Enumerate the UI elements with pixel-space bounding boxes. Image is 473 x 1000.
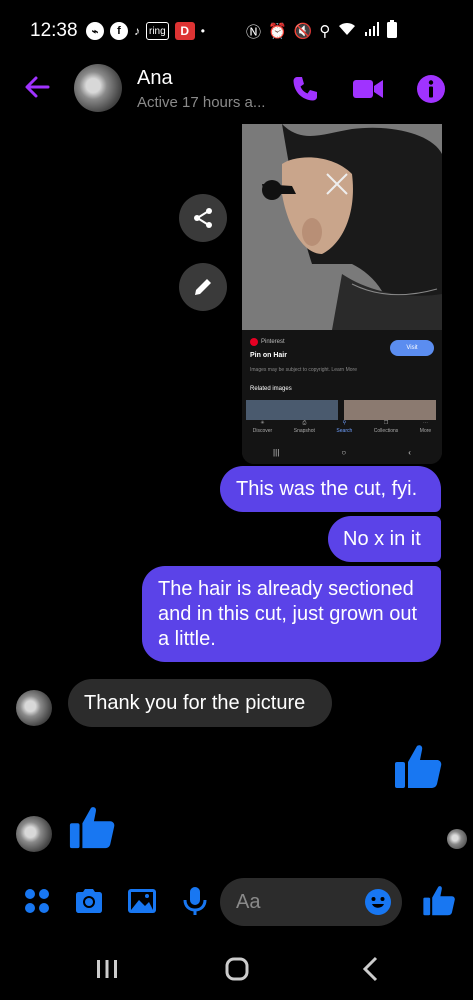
recents-icon bbox=[97, 960, 117, 978]
pinterest-icon bbox=[250, 338, 258, 346]
copyright-note: Images may be subject to copyright. Lear… bbox=[250, 367, 357, 373]
back-button[interactable] bbox=[22, 72, 52, 102]
lens-nav-item: ⋯ More bbox=[419, 420, 432, 434]
send-like-button[interactable] bbox=[422, 884, 456, 918]
message-text: No x in it bbox=[343, 528, 421, 550]
share-icon bbox=[194, 208, 212, 228]
chat-header: Ana Active 17 hours a... bbox=[0, 58, 473, 124]
phone-icon bbox=[293, 77, 317, 101]
camera-icon bbox=[76, 889, 102, 913]
back-nav-button[interactable] bbox=[356, 954, 386, 984]
gallery-button[interactable] bbox=[125, 884, 159, 918]
message-bubble-incoming[interactable]: Thank you for the picture bbox=[68, 679, 332, 727]
tiktok-icon: ♪ bbox=[134, 24, 140, 38]
system-icons: Ⓝ ⏰ 🔇 ⚲ bbox=[246, 20, 398, 42]
thumbs-up-icon bbox=[69, 807, 115, 849]
emoji-icon bbox=[365, 889, 391, 915]
message-text: Thank you for the picture bbox=[84, 692, 306, 714]
pin-title: Pin on Hair bbox=[250, 352, 287, 359]
wifi-icon bbox=[337, 21, 357, 41]
voice-call-button[interactable] bbox=[288, 72, 322, 106]
system-nav-bar bbox=[0, 940, 473, 1000]
message-text: This was the cut, fyi. bbox=[236, 478, 418, 500]
visit-button: Visit bbox=[390, 340, 434, 356]
image-message[interactable]: Pinterest Pin on Hair Visit Images may b… bbox=[242, 124, 442, 464]
contact-avatar-small bbox=[16, 690, 52, 726]
lens-nav-item: ⚲ Search bbox=[336, 420, 353, 434]
related-thumb bbox=[344, 400, 436, 420]
status-time: 12:38 bbox=[30, 20, 78, 41]
location-icon: ⚲ bbox=[319, 23, 331, 40]
pencil-icon bbox=[195, 279, 211, 295]
voice-message-button[interactable] bbox=[178, 884, 212, 918]
info-icon bbox=[417, 75, 445, 103]
emoji-button[interactable] bbox=[364, 888, 392, 916]
message-text: The hair is already sectioned and in thi… bbox=[158, 578, 418, 650]
contact-status: Active 17 hours a... bbox=[137, 94, 266, 111]
lens-nav-item: ❐ Collections bbox=[373, 420, 399, 434]
message-input[interactable] bbox=[236, 878, 366, 926]
ring-icon: ring bbox=[146, 22, 169, 40]
video-call-button[interactable] bbox=[351, 72, 385, 106]
pinterest-panel: Pinterest Pin on Hair Visit Images may b… bbox=[242, 330, 442, 464]
home-glyph: ○ bbox=[341, 448, 347, 457]
status-bar: 12:38 ⌁ f ♪ ring D • Ⓝ ⏰ 🔇 ⚲ bbox=[0, 0, 473, 64]
message-input-container[interactable] bbox=[220, 878, 402, 926]
recents-glyph: ||| bbox=[273, 448, 280, 457]
like-sticker-incoming[interactable] bbox=[68, 804, 116, 852]
gallery-icon bbox=[128, 889, 156, 913]
back-chevron-icon bbox=[362, 956, 378, 982]
read-receipt-avatar bbox=[447, 829, 467, 849]
back-glyph: ‹ bbox=[408, 448, 411, 457]
related-thumb bbox=[246, 400, 338, 420]
info-button[interactable] bbox=[414, 72, 448, 106]
notification-icons: ⌁ f ♪ ring D • bbox=[86, 22, 205, 40]
contact-avatar-small bbox=[16, 816, 52, 852]
message-bubble-outgoing[interactable]: The hair is already sectioned and in thi… bbox=[142, 566, 441, 662]
message-bubble-outgoing[interactable]: This was the cut, fyi. bbox=[220, 466, 441, 512]
app-icon: D bbox=[174, 22, 195, 40]
video-camera-icon bbox=[353, 80, 383, 98]
alarm-icon: ⏰ bbox=[268, 23, 287, 40]
share-button[interactable] bbox=[179, 194, 227, 242]
contact-name[interactable]: Ana bbox=[137, 67, 173, 90]
apps-icon bbox=[25, 889, 49, 913]
mute-icon: 🔇 bbox=[293, 23, 313, 40]
apps-button[interactable] bbox=[20, 884, 54, 918]
camera-button[interactable] bbox=[72, 884, 106, 918]
edit-button[interactable] bbox=[179, 263, 227, 311]
contact-avatar[interactable] bbox=[74, 64, 122, 112]
nfc-icon: Ⓝ bbox=[246, 23, 262, 41]
recents-button[interactable] bbox=[92, 954, 122, 984]
related-images-label: Related images bbox=[250, 386, 292, 392]
back-arrow-icon bbox=[25, 76, 50, 98]
signal-icon bbox=[364, 21, 380, 41]
mic-icon bbox=[183, 887, 207, 915]
battery-icon bbox=[387, 20, 398, 42]
inner-system-nav: ||| ○ ‹ bbox=[242, 448, 442, 462]
messenger-icon: ⌁ bbox=[86, 22, 104, 40]
facebook-icon: f bbox=[110, 22, 128, 40]
like-icon bbox=[423, 886, 455, 916]
lens-nav: ✳ Discover ⎙ Snapshot ⚲ Search ❐ Collections… bbox=[242, 420, 442, 442]
message-bubble-outgoing[interactable]: No x in it bbox=[328, 516, 441, 562]
lens-nav-item: ✳ Discover bbox=[252, 420, 273, 434]
haircut-photo bbox=[242, 124, 442, 330]
thumbs-up-icon bbox=[395, 745, 442, 788]
home-button[interactable] bbox=[222, 954, 252, 984]
lens-nav-item: ⎙ Snapshot bbox=[293, 420, 315, 434]
pinterest-source: Pinterest bbox=[250, 338, 285, 346]
home-icon bbox=[225, 957, 249, 981]
dot-icon: • bbox=[200, 24, 205, 38]
like-sticker-outgoing[interactable] bbox=[393, 742, 443, 792]
